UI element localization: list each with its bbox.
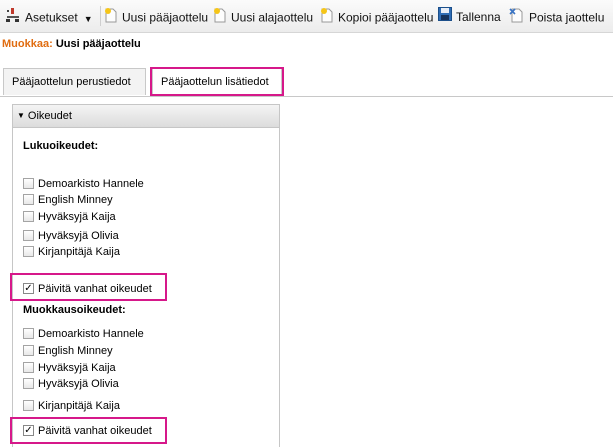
read-user-label: Kirjanpitäjä Kaija: [38, 246, 120, 258]
chevron-down-icon: ▼: [83, 13, 93, 24]
tab-additional-info[interactable]: Pääjaottelun lisätiedot: [152, 68, 282, 96]
tab-additional-info-label: Pääjaottelun lisätiedot: [161, 76, 269, 88]
new-document-icon: [213, 7, 227, 28]
new-main-category-button[interactable]: Uusi pääjaottelu: [104, 8, 208, 26]
edit-user-row[interactable]: Demoarkisto Hannele: [23, 327, 144, 341]
permissions-panel: ▼ Oikeudet: [12, 104, 280, 447]
edit-user-checkbox[interactable]: [23, 361, 34, 373]
edit-user-checkbox[interactable]: [23, 377, 34, 389]
edit-user-label: Hyväksyjä Kaija: [38, 362, 116, 374]
delete-document-icon: [509, 7, 525, 28]
save-label: Tallenna: [456, 10, 501, 24]
edit-label: Muokkaa:: [2, 38, 53, 50]
edit-user-label: Hyväksyjä Olivia: [38, 378, 119, 390]
tab-basic-info[interactable]: Pääjaottelun perustiedot: [3, 68, 146, 95]
read-user-row[interactable]: Hyväksyjä Kaija: [23, 210, 116, 224]
permissions-panel-header[interactable]: ▼ Oikeudet: [13, 105, 279, 128]
read-user-row[interactable]: English Minney: [23, 193, 113, 207]
read-update-row[interactable]: ✓ Päivitä vanhat oikeudet: [23, 282, 152, 296]
read-update-label: Päivitä vanhat oikeudet: [38, 283, 152, 295]
new-document-icon: [104, 7, 118, 28]
read-user-label: Hyväksyjä Kaija: [38, 211, 116, 223]
read-user-checkbox[interactable]: [23, 210, 34, 222]
edit-update-checkbox[interactable]: ✓: [23, 424, 34, 436]
read-user-row[interactable]: Kirjanpitäjä Kaija: [23, 245, 120, 259]
edit-user-label: Demoarkisto Hannele: [38, 328, 144, 340]
read-user-checkbox[interactable]: [23, 193, 34, 205]
settings-icon: [5, 7, 21, 28]
edit-user-row[interactable]: Hyväksyjä Olivia: [23, 377, 119, 391]
edit-user-checkbox[interactable]: [23, 344, 34, 356]
save-button[interactable]: Tallenna: [438, 7, 501, 26]
read-user-checkbox[interactable]: [23, 245, 34, 257]
permissions-panel-title: Oikeudet: [27, 110, 72, 122]
read-permissions-title: Lukuoikeudet:: [23, 140, 99, 152]
copy-document-icon: [320, 7, 334, 28]
edit-user-checkbox[interactable]: [23, 327, 34, 339]
edit-update-row[interactable]: ✓ Päivitä vanhat oikeudet: [23, 424, 152, 438]
edit-user-row[interactable]: Kirjanpitäjä Kaija: [23, 399, 120, 413]
edit-title: Muokkaa: Uusi pääjaottelu: [2, 38, 141, 50]
new-sub-category-button[interactable]: Uusi alajaottelu: [213, 8, 313, 26]
delete-category-button[interactable]: Poista jaottelu: [509, 8, 604, 26]
tab-bar: Pääjaottelun perustiedot Pääjaottelun li…: [0, 68, 613, 97]
edit-user-label: Kirjanpitäjä Kaija: [38, 400, 120, 412]
edit-value: Uusi pääjaottelu: [55, 38, 141, 50]
read-user-label: Hyväksyjä Olivia: [38, 230, 119, 242]
settings-menu-button[interactable]: Asetukset ▼: [5, 8, 93, 26]
edit-update-label: Päivitä vanhat oikeudet: [38, 425, 152, 437]
floppy-disk-icon: [438, 7, 452, 26]
settings-label: Asetukset: [25, 10, 78, 25]
edit-user-row[interactable]: English Minney: [23, 344, 113, 358]
edit-user-label: English Minney: [38, 345, 113, 357]
read-user-row[interactable]: Demoarkisto Hannele: [23, 177, 144, 191]
read-user-checkbox[interactable]: [23, 229, 34, 241]
toolbar: Asetukset ▼ Uusi pääjaottelu Uusi alajaot…: [0, 0, 613, 33]
edit-user-checkbox[interactable]: [23, 399, 34, 411]
toolbar-divider: [100, 6, 101, 26]
copy-main-category-label: Kopioi pääjaottelu: [338, 10, 434, 25]
new-sub-category-label: Uusi alajaottelu: [231, 10, 314, 25]
read-update-checkbox[interactable]: ✓: [23, 282, 34, 294]
copy-main-category-button[interactable]: Kopioi pääjaottelu: [320, 8, 433, 26]
delete-category-label: Poista jaottelu: [529, 10, 605, 25]
edit-permissions-title: Muokkausoikeudet:: [23, 304, 126, 316]
read-user-row[interactable]: Hyväksyjä Olivia: [23, 229, 119, 243]
edit-user-row[interactable]: Hyväksyjä Kaija: [23, 361, 116, 375]
tab-basic-info-label: Pääjaottelun perustiedot: [12, 76, 131, 88]
read-user-checkbox[interactable]: [23, 177, 34, 189]
read-user-label: Demoarkisto Hannele: [38, 178, 144, 190]
new-main-category-label: Uusi pääjaottelu: [122, 10, 209, 25]
collapse-triangle-icon: ▼: [17, 111, 25, 121]
read-user-label: English Minney: [38, 194, 113, 206]
